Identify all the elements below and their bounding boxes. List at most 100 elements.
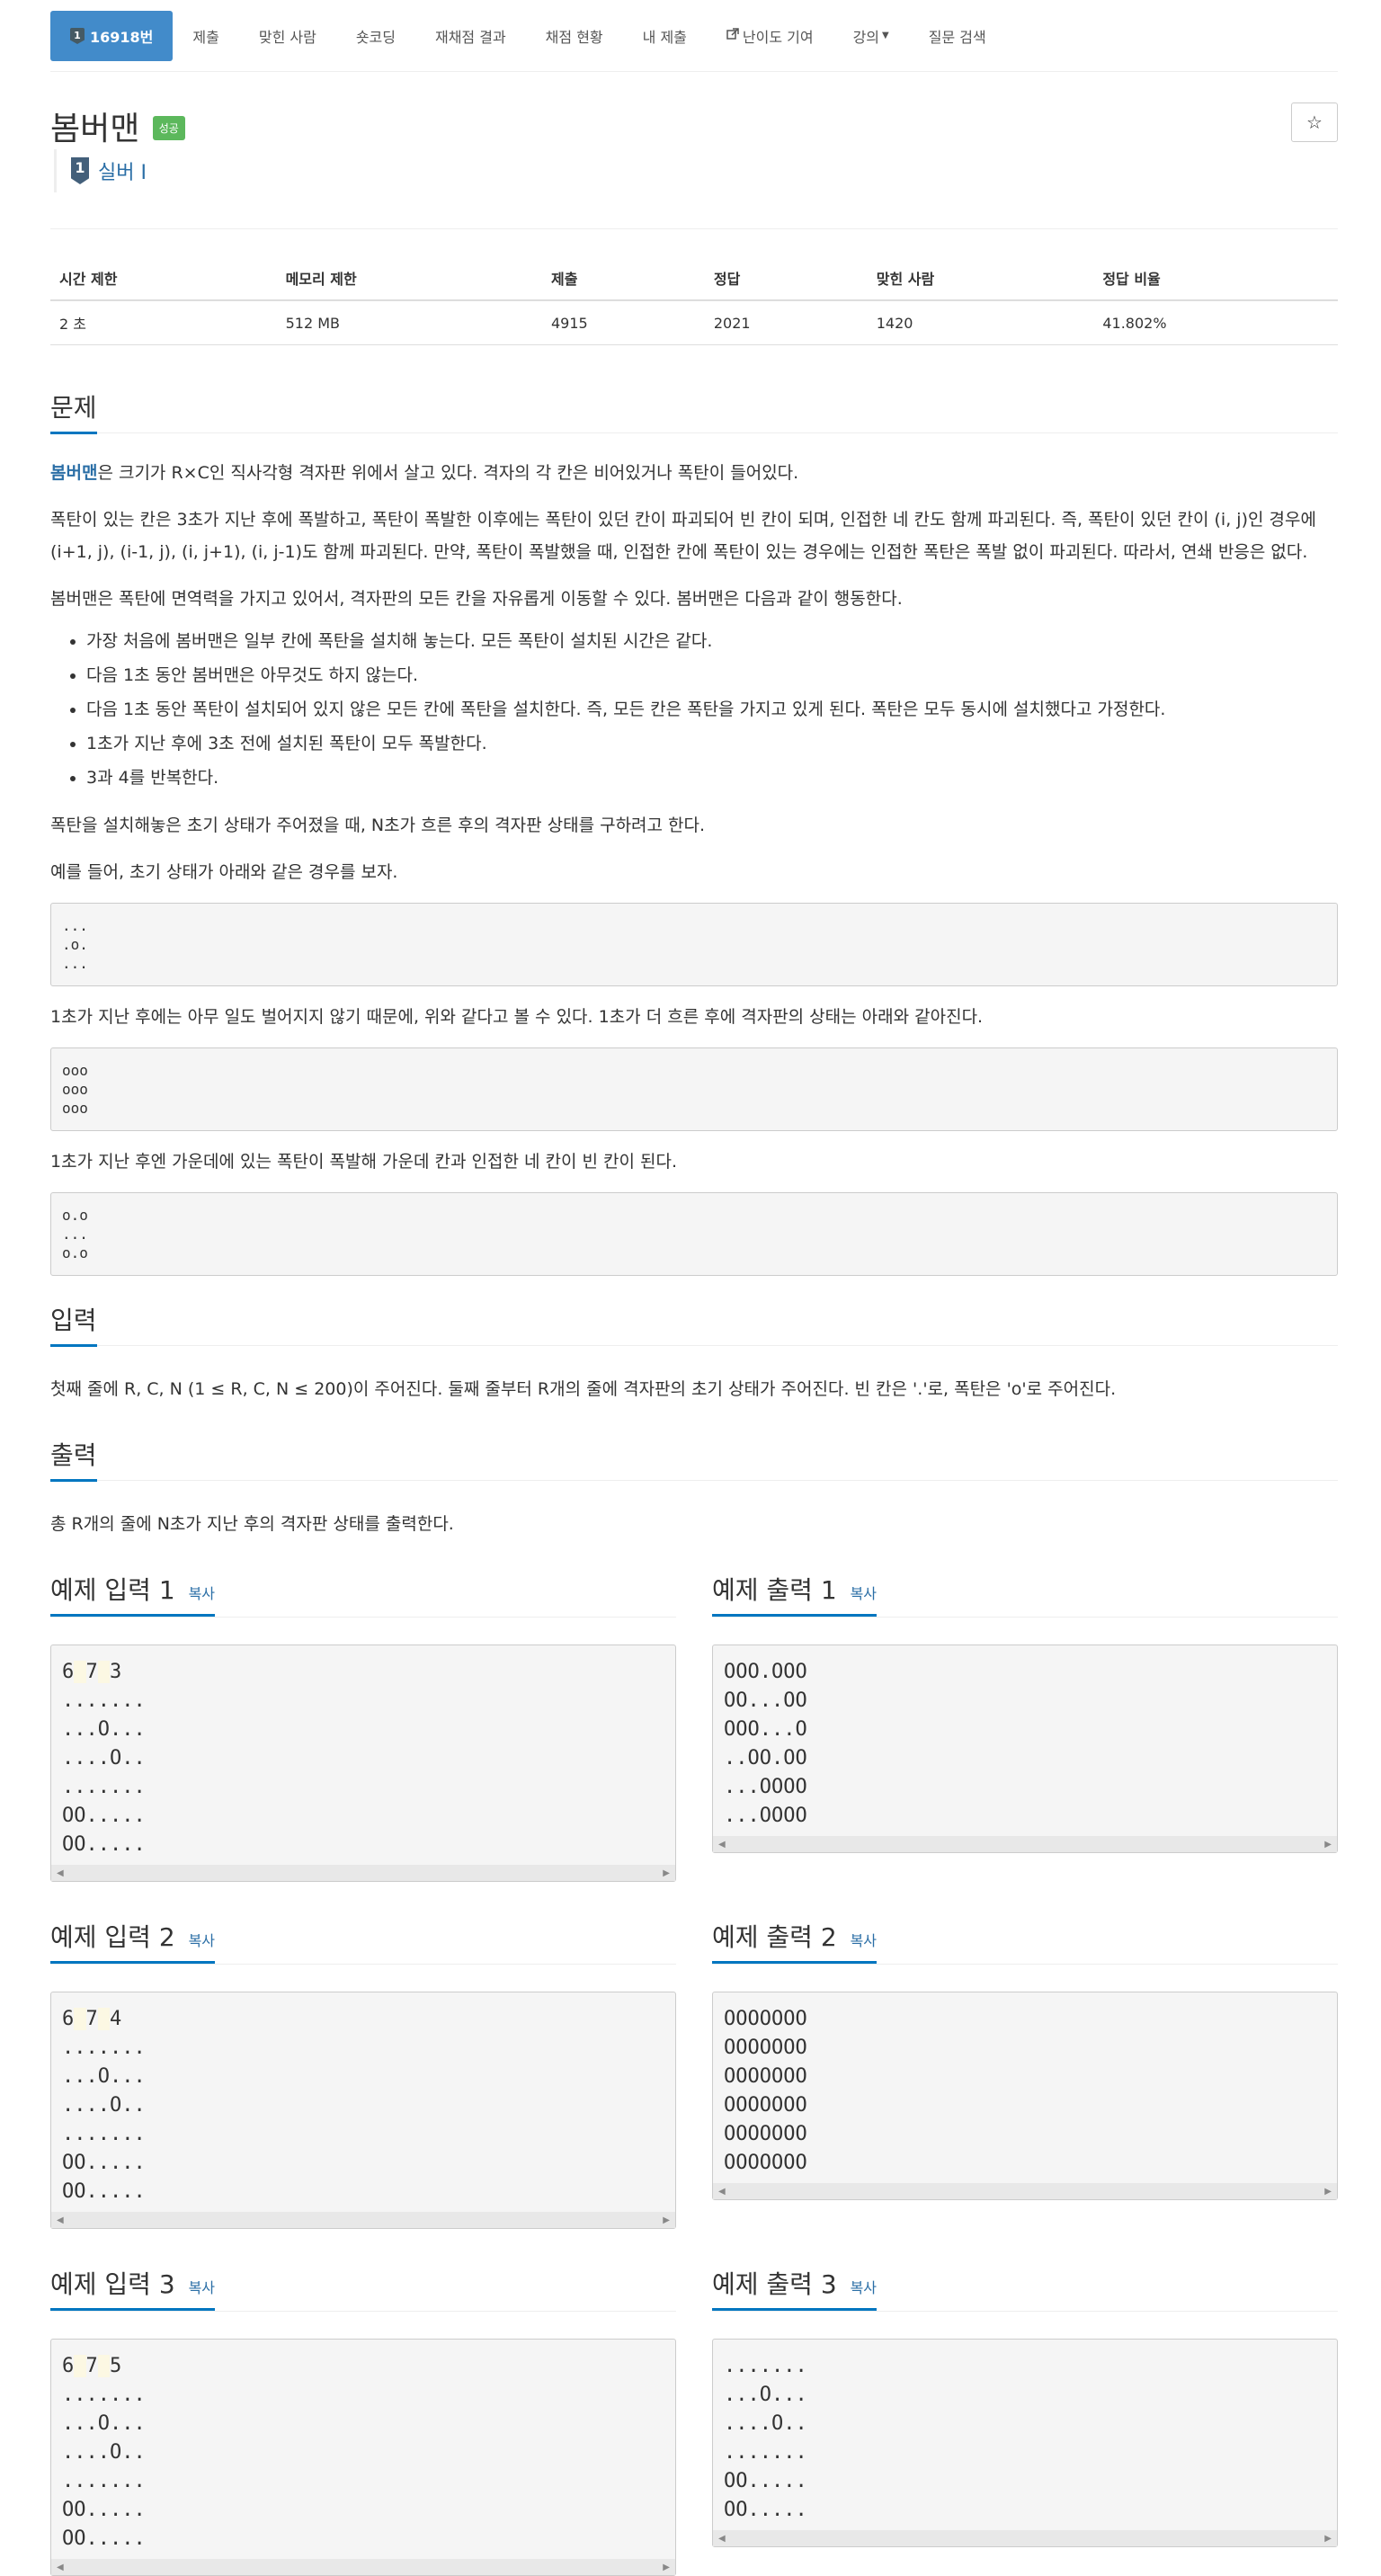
tab-solved-users[interactable]: 맞힌 사람 [239, 0, 336, 71]
sample-code[interactable]: 6 7 5 ....... ...O... ....O.. ....... OO… [51, 2340, 675, 2559]
horizontal-scrollbar[interactable]: ◀ ▶ [713, 2530, 1337, 2546]
sample-header: 예제 입력 1 복사 [50, 1571, 676, 1618]
copy-button[interactable]: 복사 [851, 2279, 877, 2296]
copy-button[interactable]: 복사 [189, 1932, 215, 1949]
section-title: 출력 [50, 1436, 97, 1482]
sample-code[interactable]: 6 7 3 ....... ...O... ....O.. ....... OO… [51, 1645, 675, 1865]
sample-input-3: 예제 입력 3 복사 6 7 5 ....... ...O... ....O..… [50, 2265, 676, 2576]
horizontal-scrollbar[interactable]: ◀ ▶ [51, 2559, 675, 2575]
status-badge: 성공 [152, 115, 185, 140]
example-grid-initial: ... .o. ... [50, 903, 1338, 986]
samples-row-3: 예제 입력 3 복사 6 7 5 ....... ...O... ....O..… [50, 2265, 1338, 2576]
copy-button[interactable]: 복사 [851, 1932, 877, 1949]
sample-code-box: ....... ...O... ....O.. ....... OO..... … [712, 2339, 1338, 2547]
tab-my-submissions[interactable]: 내 제출 [623, 0, 707, 71]
horizontal-scrollbar[interactable]: ◀ ▶ [713, 2183, 1337, 2199]
horizontal-scrollbar[interactable]: ◀ ▶ [51, 1865, 675, 1881]
problem-link[interactable]: 봄버맨 [50, 463, 97, 483]
sample-input-2: 예제 입력 2 복사 6 7 4 ....... ...O... ....O..… [50, 1918, 676, 2229]
tab-label: 내 제출 [642, 28, 687, 46]
sample-code-box: 6 7 4 ....... ...O... ....O.. ....... OO… [50, 1992, 676, 2229]
header-time-limit: 시간 제한 [50, 256, 277, 301]
problem-section-header: 문제 [50, 388, 1338, 434]
sample-title-text: 예제 출력 3 [712, 2269, 837, 2299]
horizontal-scrollbar[interactable]: ◀ ▶ [713, 1836, 1337, 1852]
tab-judge-status[interactable]: 채점 현황 [526, 0, 623, 71]
problem-paragraph: 폭탄이 있는 칸은 3초가 지난 후에 폭발하고, 폭탄이 폭발한 이후에는 폭… [50, 510, 1316, 562]
tab-rejudge-results[interactable]: 재채점 결과 [415, 0, 526, 71]
sample-title-text: 예제 출력 1 [712, 1575, 837, 1605]
copy-button[interactable]: 복사 [851, 1585, 877, 1602]
code-token: 5 [110, 2355, 122, 2377]
tab-lectures-dropdown[interactable]: 강의 ▼ [833, 0, 909, 71]
tab-question-search[interactable]: 질문 검색 [909, 0, 1006, 71]
scroll-right-icon[interactable]: ▶ [1324, 2187, 1332, 2197]
tab-problem-number[interactable]: 1 16918번 [50, 11, 174, 61]
problem-paragraph: 폭탄을 설치해놓은 초기 상태가 주어졌을 때, N초가 흐른 후의 격자판 상… [50, 816, 706, 835]
problem-paragraph: 1초가 지난 후엔 가운데에 있는 폭탄이 폭발해 가운데 칸과 인접한 네 칸… [50, 1152, 678, 1172]
scroll-left-icon[interactable]: ◀ [718, 1840, 726, 1850]
scroll-left-icon[interactable]: ◀ [718, 2187, 726, 2197]
sample-output-3: 예제 출력 3 복사 ....... ...O... ....O.. .....… [712, 2265, 1338, 2576]
sample-output-2: 예제 출력 2 복사 OOOOOOO OOOOOOO OOOOOOO OOOOO… [712, 1918, 1338, 2229]
copy-button[interactable]: 복사 [189, 1585, 215, 1602]
sample-title: 예제 입력 2 복사 [50, 1918, 216, 1964]
code-token: 6 [62, 2355, 75, 2377]
accepted-value: 2021 [704, 300, 868, 345]
sample-code[interactable]: OOO.OOO OO...OO OOO...O ..OO.OO ...OOOO … [713, 1645, 1337, 1836]
sample-code-box: OOOOOOO OOOOOOO OOOOOOO OOOOOOO OOOOOOO … [712, 1992, 1338, 2200]
sample-title: 예제 출력 3 복사 [712, 2265, 878, 2311]
memory-limit-value: 512 MB [276, 300, 542, 345]
caret-down-icon: ▼ [882, 31, 889, 40]
section-title: 문제 [50, 388, 97, 434]
sample-header: 예제 입력 3 복사 [50, 2265, 676, 2312]
tab-difficulty-contribution[interactable]: 난이도 기여 [707, 0, 833, 71]
sample-code[interactable]: 6 7 4 ....... ...O... ....O.. ....... OO… [51, 1992, 675, 2212]
divider [50, 1345, 1338, 1346]
tab-label: 제출 [192, 28, 219, 46]
sample-output-1: 예제 출력 1 복사 OOO.OOO OO...OO OOO...O ..OO.… [712, 1571, 1338, 1882]
problem-info-table: 시간 제한 메모리 제한 제출 정답 맞힌 사람 정답 비율 2 초 512 M… [50, 256, 1338, 345]
list-item: 1초가 지난 후에 3초 전에 설치된 폭탄이 모두 폭발한다. [86, 726, 1338, 761]
tab-label: 숏코딩 [355, 28, 396, 46]
problem-title: 봄버맨 [50, 111, 140, 147]
favorite-button[interactable]: ☆ [1291, 103, 1338, 142]
submissions-value: 4915 [542, 300, 705, 345]
horizontal-scrollbar[interactable]: ◀ ▶ [51, 2212, 675, 2228]
scroll-left-icon[interactable]: ◀ [57, 2215, 64, 2225]
tab-submit[interactable]: 제출 [173, 0, 238, 71]
problem-paragraph: 예를 들어, 초기 상태가 아래와 같은 경우를 보자. [50, 862, 398, 882]
scroll-right-icon[interactable]: ▶ [663, 1868, 670, 1878]
scroll-right-icon[interactable]: ▶ [1324, 2534, 1332, 2544]
scroll-right-icon[interactable]: ▶ [663, 2563, 670, 2572]
sample-header: 예제 출력 3 복사 [712, 2265, 1338, 2312]
sample-header: 예제 출력 2 복사 [712, 1918, 1338, 1965]
header-solved-users: 맞힌 사람 [867, 256, 1094, 301]
list-item: 다음 1초 동안 폭탄이 설치되어 있지 않은 모든 칸에 폭탄을 설치한다. … [86, 692, 1338, 726]
code-token: 7 [85, 2008, 98, 2030]
problem-paragraph: 봄버맨은 폭탄에 면역력을 가지고 있어서, 격자판의 모든 칸을 자유롭게 이… [50, 589, 903, 609]
tab-label: 16918번 [90, 29, 154, 46]
title-row: 봄버맨 성공 ☆ [50, 103, 1338, 149]
scroll-left-icon[interactable]: ◀ [718, 2534, 726, 2544]
divider [50, 228, 1338, 229]
tier-label[interactable]: 실버 I [98, 156, 147, 185]
sample-title: 예제 출력 1 복사 [712, 1571, 878, 1617]
section-title: 입력 [50, 1301, 97, 1347]
copy-button[interactable]: 복사 [189, 2279, 215, 2296]
sample-code[interactable]: OOOOOOO OOOOOOO OOOOOOO OOOOOOO OOOOOOO … [713, 1992, 1337, 2183]
time-limit-value: 2 초 [50, 300, 277, 345]
scroll-right-icon[interactable]: ▶ [1324, 1840, 1332, 1850]
tab-short-coding[interactable]: 숏코딩 [336, 0, 415, 71]
problem-tier: 1 실버 I [54, 149, 1338, 192]
tab-label: 강의 [852, 28, 880, 46]
accept-ratio-value: 41.802% [1093, 300, 1338, 345]
tab-label: 맞힌 사람 [258, 28, 316, 46]
scroll-right-icon[interactable]: ▶ [663, 2215, 670, 2225]
example-grid-filled: ooo ooo ooo [50, 1047, 1338, 1131]
scroll-left-icon[interactable]: ◀ [57, 2563, 64, 2572]
scroll-left-icon[interactable]: ◀ [57, 1868, 64, 1878]
sample-code[interactable]: ....... ...O... ....O.. ....... OO..... … [713, 2340, 1337, 2530]
code-grid: ....... ...O... ....O.. ....... OO..... … [62, 2037, 146, 2203]
tab-label: 재채점 결과 [434, 28, 506, 46]
